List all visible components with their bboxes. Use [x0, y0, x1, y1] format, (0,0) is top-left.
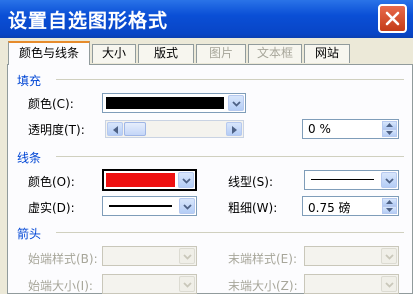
- fill-color-swatch: [106, 97, 224, 109]
- begin-size-dropdown[interactable]: [102, 274, 197, 294]
- weight-value: 0.75 磅: [308, 201, 351, 215]
- slider-right-button[interactable]: [226, 122, 242, 136]
- dialog-title: 设置自选图形格式: [8, 10, 169, 32]
- end-style-label: 末端样式(E):: [228, 252, 297, 266]
- line-style-preview: [311, 179, 374, 180]
- dash-dropdown[interactable]: [102, 196, 197, 216]
- arrow-left-icon: [113, 126, 118, 134]
- chevron-down-icon: [182, 178, 191, 184]
- dash-label: 虚实(D):: [28, 201, 75, 215]
- spin-up-button[interactable]: [382, 121, 397, 129]
- spin-down-button[interactable]: [382, 129, 397, 137]
- line-style-label: 线型(S):: [228, 175, 274, 189]
- line-section-title: 线条: [17, 151, 42, 165]
- slider-left-button[interactable]: [107, 122, 123, 136]
- close-button[interactable]: [378, 4, 407, 33]
- arrows-section-title: 箭头: [17, 227, 42, 241]
- transparency-value: 0 %: [308, 122, 331, 136]
- begin-size-dropdown-button[interactable]: [179, 276, 195, 292]
- line-color-label: 颜色(O):: [28, 175, 75, 189]
- end-style-dropdown-button[interactable]: [381, 248, 397, 264]
- arrow-up-icon: [386, 123, 393, 127]
- tab-text-box[interactable]: 文本框: [248, 44, 302, 63]
- transparency-spin-buttons[interactable]: [382, 121, 397, 137]
- chevron-down-icon: [385, 254, 394, 260]
- chevron-down-icon: [385, 178, 394, 184]
- tab-strip: 颜色与线条 大小 版式 图片 文本框 网站: [0, 38, 413, 65]
- chevron-down-icon: [183, 254, 192, 260]
- tab-size[interactable]: 大小: [92, 44, 136, 63]
- fill-color-label: 颜色(C):: [28, 97, 74, 111]
- line-divider: [56, 156, 404, 157]
- tab-panel: 填充 颜色(C): 透明度(T): 0 % 线条 颜色(O): 线型(S): 虚…: [7, 64, 413, 294]
- line-color-swatch: [106, 173, 175, 187]
- line-color-dropdown[interactable]: [102, 169, 197, 191]
- begin-size-label: 始端大小(I):: [28, 279, 93, 293]
- weight-label: 粗细(W):: [228, 201, 278, 215]
- transparency-label: 透明度(T):: [28, 123, 85, 137]
- tab-layout[interactable]: 版式: [138, 44, 194, 63]
- tab-colors-and-lines[interactable]: 颜色与线条: [8, 41, 90, 65]
- arrow-right-icon: [232, 126, 237, 134]
- end-size-dropdown[interactable]: [304, 274, 399, 294]
- weight-spin-buttons[interactable]: [382, 198, 397, 214]
- tab-picture[interactable]: 图片: [196, 44, 246, 63]
- fill-section-title: 填充: [17, 74, 42, 88]
- weight-spinbox[interactable]: 0.75 磅: [302, 196, 399, 216]
- end-style-dropdown[interactable]: [304, 246, 399, 266]
- chevron-down-icon: [183, 204, 192, 210]
- dash-preview: [109, 205, 172, 207]
- chevron-down-icon: [232, 101, 241, 107]
- close-icon: [385, 11, 400, 26]
- arrow-down-icon: [386, 208, 393, 212]
- fill-color-dropdown-button[interactable]: [228, 95, 244, 111]
- fill-divider: [56, 79, 404, 80]
- arrows-divider: [56, 232, 404, 233]
- title-bar: 设置自选图形格式: [0, 0, 413, 38]
- dash-dropdown-button[interactable]: [179, 198, 195, 214]
- line-color-dropdown-button[interactable]: [178, 172, 194, 188]
- tab-web[interactable]: 网站: [304, 44, 350, 63]
- spin-down-button[interactable]: [382, 206, 397, 214]
- chevron-down-icon: [183, 282, 192, 288]
- fill-color-dropdown[interactable]: [102, 93, 246, 113]
- line-style-dropdown[interactable]: [304, 170, 399, 190]
- begin-style-label: 始端样式(B):: [28, 252, 98, 266]
- begin-style-dropdown-button[interactable]: [179, 248, 195, 264]
- chevron-down-icon: [385, 282, 394, 288]
- arrow-down-icon: [386, 131, 393, 135]
- line-style-dropdown-button[interactable]: [381, 172, 397, 188]
- transparency-slider[interactable]: [105, 120, 244, 138]
- slider-thumb[interactable]: [124, 122, 146, 136]
- spin-up-button[interactable]: [382, 198, 397, 206]
- arrow-up-icon: [386, 200, 393, 204]
- begin-style-dropdown[interactable]: [102, 246, 197, 266]
- end-size-dropdown-button[interactable]: [381, 276, 397, 292]
- end-size-label: 末端大小(Z):: [228, 279, 298, 293]
- transparency-spinbox[interactable]: 0 %: [302, 119, 399, 139]
